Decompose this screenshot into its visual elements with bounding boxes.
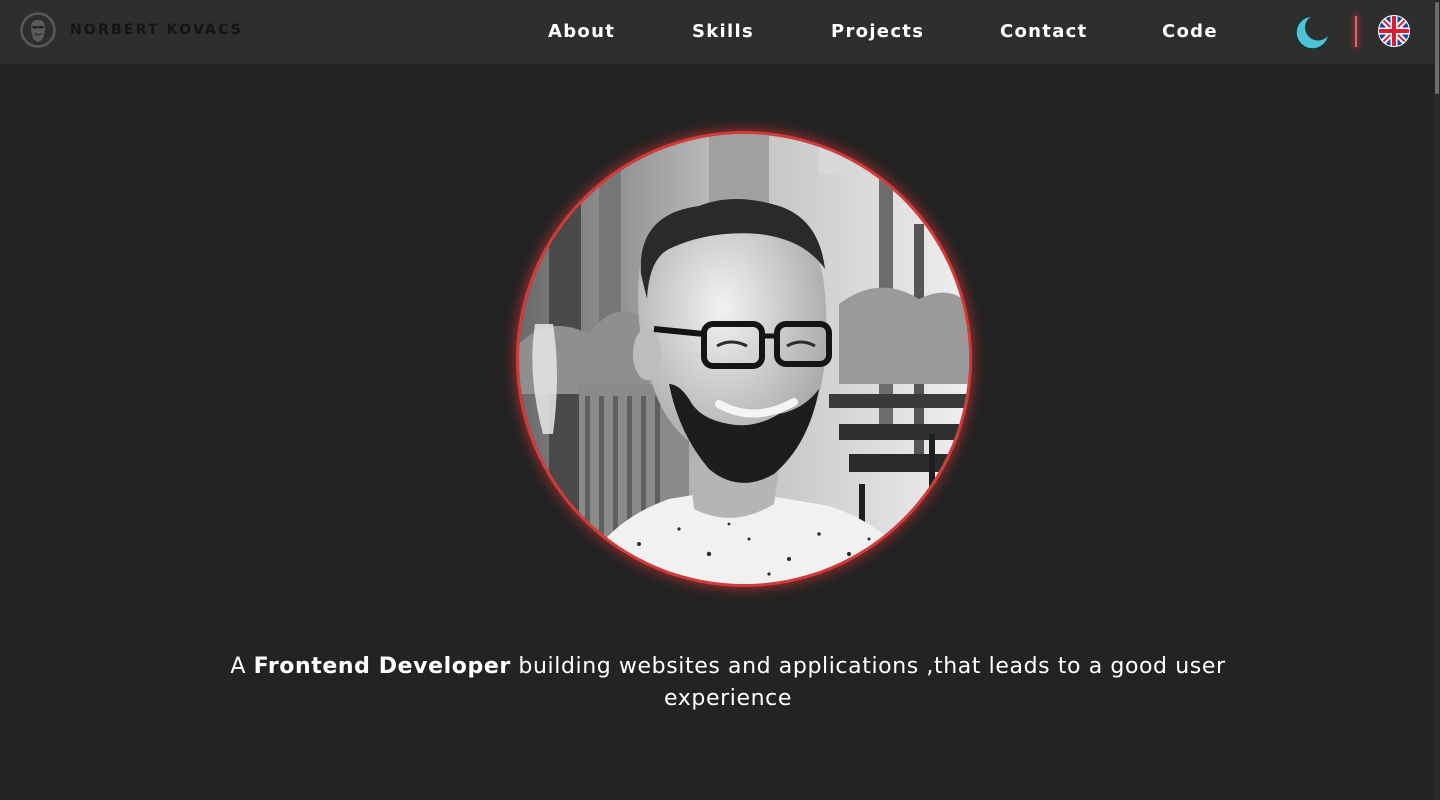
scrollbar[interactable]	[1434, 0, 1440, 800]
top-navbar: NORBERT KOVACS About Skills Projects Con…	[0, 0, 1434, 64]
nav-projects-link[interactable]: Projects	[831, 20, 924, 44]
nav-contact-link[interactable]: Contact	[1000, 20, 1088, 44]
brand-name: NORBERT KOVACS	[70, 22, 244, 38]
uk-flag-icon	[1378, 15, 1410, 47]
nav-skills-link[interactable]: Skills	[692, 20, 754, 44]
profile-photo	[519, 134, 969, 584]
nav-code-link[interactable]: Code	[1162, 20, 1218, 44]
nav-about-link[interactable]: About	[548, 20, 615, 44]
tagline-suffix: building websites and applications ,that…	[510, 654, 1226, 711]
brand[interactable]: NORBERT KOVACS	[20, 12, 243, 48]
moon-icon	[1295, 14, 1331, 50]
nav-divider	[1355, 16, 1357, 47]
scrollbar-thumb[interactable]	[1435, 2, 1439, 94]
hero-tagline: A Frontend Developer building websites a…	[190, 651, 1266, 715]
tagline-role: Frontend Developer	[253, 654, 511, 679]
theme-toggle-button[interactable]	[1294, 14, 1331, 51]
bearded-face-icon	[20, 12, 56, 48]
language-switch-button[interactable]	[1378, 15, 1410, 47]
tagline-prefix: A	[230, 654, 254, 679]
